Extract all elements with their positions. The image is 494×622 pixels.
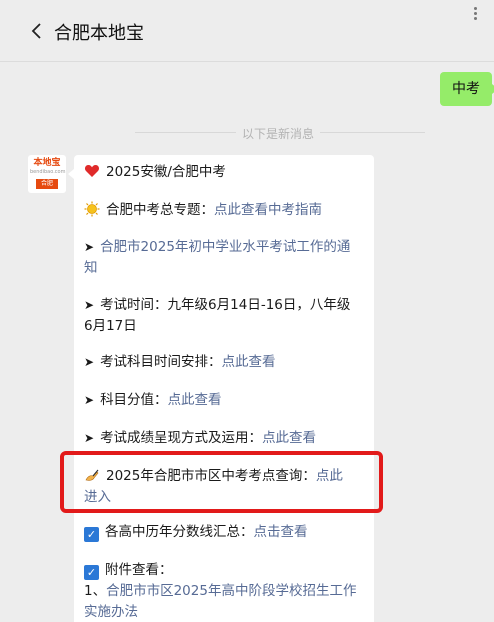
avatar[interactable]: 本地宝 bendibao.com 合肥 bbox=[28, 155, 66, 193]
score-value-link[interactable]: 点此查看 bbox=[168, 392, 222, 408]
sun-icon bbox=[84, 201, 100, 217]
message-line: ➤ 考试时间：九年级6月14日-16日，八年级 6月17日 bbox=[84, 297, 351, 334]
sent-message-bubble[interactable]: 中考 bbox=[440, 72, 494, 106]
arrow-icon: ➤ bbox=[84, 240, 95, 254]
message-line: ✓ 各高中历年分数线汇总：点击查看 bbox=[84, 522, 368, 543]
admission-plan-link[interactable]: 合肥市市区2025年高中阶段学校招生工作 实施办法 bbox=[84, 583, 356, 620]
more-icon[interactable] bbox=[474, 6, 480, 24]
message-line: ➤ 合肥市2025年初中学业水平考试工作的通知 bbox=[84, 237, 368, 279]
message-line: 2025安徽/合肥中考 bbox=[84, 162, 368, 183]
chat-header: 合肥本地宝 bbox=[0, 0, 494, 62]
new-messages-divider: 以下是新消息 bbox=[236, 125, 321, 142]
message-line: ➤ 科目分值：点此查看 bbox=[84, 390, 368, 411]
heart-icon bbox=[84, 165, 100, 177]
checkbox-icon: ✓ bbox=[84, 527, 99, 542]
score-usage-link[interactable]: 点此查看 bbox=[262, 430, 316, 446]
checkbox-icon: ✓ bbox=[84, 565, 99, 580]
arrow-icon: ➤ bbox=[84, 431, 95, 445]
highlight-box bbox=[60, 451, 383, 513]
message-line: ✓ 附件查看： 1、合肥市市区2025年高中阶段学校招生工作 实施办法 bbox=[84, 562, 357, 620]
exam-notice-link[interactable]: 合肥市2025年初中学业水平考试工作的通知 bbox=[84, 239, 350, 276]
arrow-icon: ➤ bbox=[84, 355, 95, 369]
logo-text: 本地宝 bendibao.com bbox=[30, 158, 66, 175]
schedule-link[interactable]: 点此查看 bbox=[222, 354, 276, 370]
received-message-bubble: 2025安徽/合肥中考 合肥中考总专题：点此查看中考指南 ➤ 合肥市2025年初中… bbox=[68, 155, 374, 622]
arrow-icon: ➤ bbox=[84, 393, 95, 407]
arrow-icon: ➤ bbox=[84, 298, 95, 312]
back-icon[interactable] bbox=[30, 22, 42, 40]
score-lines-link[interactable]: 点击查看 bbox=[254, 524, 308, 540]
message-line: ➤ 考试科目时间安排：点此查看 bbox=[84, 352, 368, 373]
topic-guide-link[interactable]: 点此查看中考指南 bbox=[214, 202, 322, 218]
logo-city: 合肥 bbox=[36, 179, 58, 189]
message-line: ➤ 考试成绩呈现方式及运用：点此查看 bbox=[84, 428, 368, 449]
chat-title: 合肥本地宝 bbox=[54, 23, 144, 44]
message-line: 合肥中考总专题：点此查看中考指南 bbox=[84, 200, 368, 221]
